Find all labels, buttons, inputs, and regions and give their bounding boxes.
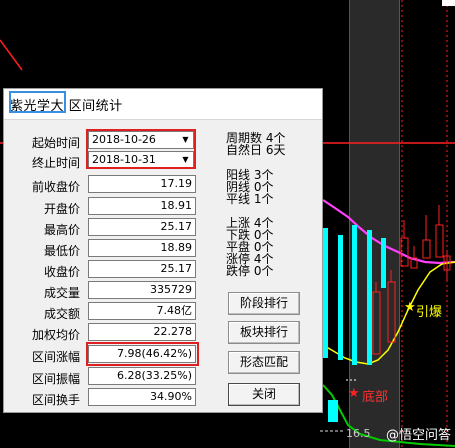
field-value: 335729 (88, 281, 196, 299)
field-row: 收盘价 25.17 (4, 260, 204, 280)
field-row: 最低价 18.89 (4, 239, 204, 259)
field-value: 18.91 (88, 197, 196, 215)
date-range-highlight (86, 129, 196, 169)
candle-cyan-3 (352, 225, 357, 365)
candle-cyan-4 (367, 230, 372, 365)
stat-natural-days: 自然日 6天 (226, 143, 286, 157)
field-value: 22.278 (88, 323, 196, 341)
stat-flat-candles: 平线 1个 (226, 192, 274, 206)
close-button[interactable]: 关闭 (228, 383, 300, 406)
field-label: 开盘价 (43, 202, 80, 216)
window-stub (442, 0, 455, 6)
pattern-match-button[interactable]: 形态匹配 (228, 351, 300, 374)
dialog-titlebar[interactable]: 紫光学大 区间统计 (4, 89, 322, 120)
candle-red-4 (422, 239, 431, 259)
star-marker-yellow-icon: ★ (404, 300, 416, 315)
field-value: 25.17 (88, 218, 196, 236)
field-row: 最高价 25.17 (4, 218, 204, 238)
field-label: 成交额 (43, 307, 80, 321)
candle-cyan-6 (328, 400, 338, 422)
field-row: 开盘价 18.91 (4, 197, 204, 217)
interval-band-left-edge (349, 0, 350, 448)
signal-label-dibu: 底部 (362, 390, 389, 405)
interval-band-right-edge (399, 0, 400, 448)
stage-rank-button[interactable]: 阶段排行 (228, 292, 300, 315)
title-highlight-box (9, 91, 66, 113)
price-line-topleft (0, 39, 23, 71)
field-label: 成交量 (43, 286, 80, 300)
field-value: 17.19 (88, 175, 196, 193)
candle-cyan-5 (381, 238, 386, 288)
start-time-label: 起始时间 (31, 136, 80, 150)
interval-stats-dialog: 紫光学大 区间统计 起始时间 2018-10-26 ▼ 终止时间 2018-10… (3, 88, 323, 413)
field-row: 加权均价 22.278 (4, 323, 204, 343)
watermark: @悟空问答 (386, 428, 452, 443)
field-label: 区间换手 (31, 393, 80, 407)
field-value: 25.17 (88, 260, 196, 278)
price-marker-label: 16.5 (346, 427, 371, 440)
field-value: 34.90% (88, 388, 196, 406)
field-label: 最低价 (43, 244, 80, 258)
sector-rank-button[interactable]: 板块排行 (228, 321, 300, 344)
field-row: 区间振幅 6.28(33.25%) (4, 367, 204, 387)
candle-red-5 (435, 224, 444, 258)
field-label: 前收盘价 (31, 180, 80, 194)
field-label: 收盘价 (43, 265, 80, 279)
signal-label-yinbao: 引爆 (416, 305, 443, 320)
star-marker-red-icon: ★ (348, 386, 360, 401)
field-row: 成交量 335729 (4, 281, 204, 301)
field-row: 区间换手 34.90% (4, 388, 204, 408)
field-label: 区间涨幅 (31, 350, 80, 364)
end-time-label: 终止时间 (31, 156, 80, 170)
field-row: 成交额 7.48亿 (4, 302, 204, 322)
range-gain-highlight (86, 342, 199, 366)
candle-cyan-2 (338, 235, 343, 360)
field-value: 18.89 (88, 239, 196, 257)
field-value: 7.48亿 (88, 302, 196, 320)
field-row: 前收盘价 17.19 (4, 175, 204, 195)
field-label: 区间振幅 (31, 372, 80, 386)
stat-limit-down-count: 跌停 0个 (226, 264, 274, 278)
candle-cyan-1 (323, 228, 328, 358)
field-label: 最高价 (43, 223, 80, 237)
field-label: 加权均价 (31, 328, 80, 342)
field-value: 6.28(33.25%) (88, 367, 196, 385)
